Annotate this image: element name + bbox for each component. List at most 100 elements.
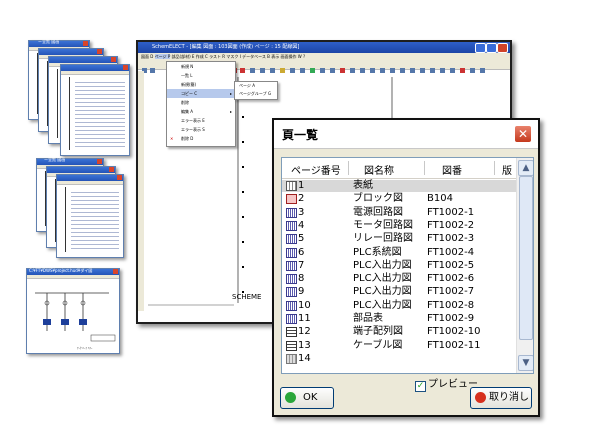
list-item[interactable]: 7 PLC入出力図 FT1002-5 [282, 260, 516, 272]
thumb-title: ー全覧 図画 [44, 157, 66, 162]
list-item[interactable]: 14 [282, 353, 516, 365]
thumb-window-3[interactable]: ｱｰｸ ﾊｰﾌ ﾊﾌｰ [26, 268, 120, 354]
dialog-title: 頁一覧 [282, 128, 319, 142]
menu-page[interactable]: ページ P [154, 54, 171, 59]
drawing-name-cell: PLC入出力図 [353, 273, 412, 285]
menu-create[interactable]: 作成 C [196, 54, 208, 59]
menu-view[interactable]: 表示 [271, 54, 279, 59]
drawing-number-cell: FT1002-5 [427, 259, 475, 271]
close-button[interactable] [497, 43, 508, 53]
list-item[interactable]: 12 端子配列図 FT1002-10 [282, 326, 516, 338]
thumb-window-1d[interactable] [60, 64, 130, 156]
submenu-item-page[interactable]: ページ A [235, 82, 277, 90]
page-dropdown-menu: 新規 N 一覧 L 新規(簡) コピー C ▸ 削除 編集 A ▸ エラー表示 E … [166, 61, 236, 147]
page-number-cell: 4 [298, 219, 305, 231]
close-icon[interactable] [97, 159, 102, 164]
menu-item-error-display-s[interactable]: エラー表示 S [167, 125, 235, 134]
page-number-cell: 5 [298, 233, 305, 245]
list-item[interactable]: 5 リレー回路図 FT1002-3 [282, 233, 516, 245]
page-type-icon [286, 287, 297, 298]
page-type-icon [286, 220, 297, 231]
menu-item-remove[interactable]: ✕ 削除 D [167, 134, 235, 143]
scroll-up-icon[interactable]: ▲ [518, 160, 533, 176]
close-icon[interactable] [83, 41, 88, 46]
menu-database[interactable]: データベース B [242, 54, 270, 59]
menu-item-list[interactable]: 一覧 L [167, 71, 235, 80]
drawing-name-cell: 表紙 [353, 180, 373, 191]
list-header: ページ番号 図名称 図番 版 [282, 158, 516, 179]
menu-item-edit[interactable]: 編集 A ▸ [167, 107, 235, 116]
page-list[interactable]: ページ番号 図名称 図番 版 1 表紙 2 ブロック図 B104 3 電源回路図 FT1002… [281, 157, 534, 374]
main-window-titlebar: SchemELECT - [編集 図面 : 103図面 (作成) ページ : 1… [138, 42, 510, 53]
vertical-scrollbar[interactable]: ▲ ▼ [516, 158, 533, 373]
list-item[interactable]: 6 PLC系統図 FT1002-4 [282, 247, 516, 259]
menu-last[interactable]: ラスト R [209, 54, 225, 59]
list-item[interactable]: 13 ケーブル図 FT1002-11 [282, 340, 516, 352]
page-number-cell: 2 [298, 193, 305, 205]
page-number-cell: 11 [298, 313, 311, 324]
scroll-down-icon[interactable]: ▼ [518, 355, 533, 371]
column-header-page-number[interactable]: ページ番号 [291, 162, 341, 177]
close-icon[interactable] [113, 269, 118, 274]
drawing-name-cell: モータ回路図 [353, 219, 413, 231]
list-item[interactable]: 4 モータ回路図 FT1002-2 [282, 220, 516, 232]
checkbox-checked-icon[interactable]: ✓ [415, 381, 426, 392]
maximize-button[interactable] [486, 43, 497, 53]
drawing-name-cell: 端子配列図 [353, 326, 403, 338]
menu-item-new-simple[interactable]: 新規(簡) [167, 80, 235, 89]
thumb-window-2c[interactable] [56, 174, 124, 258]
menu-item-error-display-e[interactable]: エラー表示 E [167, 116, 235, 125]
page-type-icon [286, 194, 297, 205]
list-item[interactable]: 10 PLC入出力図 FT1002-8 [282, 300, 516, 312]
page-type-icon [286, 300, 297, 311]
list-item[interactable]: 2 ブロック図 B104 [282, 193, 516, 205]
drawing-name-cell: PLC入出力図 [353, 259, 412, 271]
page-type-icon [286, 314, 297, 324]
list-item[interactable]: 9 PLC入出力図 FT1002-7 [282, 286, 516, 298]
column-header-drawing-name[interactable]: 図名称 [364, 162, 394, 177]
column-header-revision[interactable]: 版 [502, 162, 512, 177]
menu-item-copy[interactable]: コピー C ▸ [167, 89, 235, 98]
list-item[interactable]: 1 表紙 [282, 180, 516, 192]
submenu-item-page-group[interactable]: ページグループ G [235, 90, 277, 98]
page-number-cell: 13 [298, 339, 311, 351]
thumb-title: C:¥FT¥DWS¥project.hud¥ダイ図 [29, 268, 93, 273]
drawing-number-cell: FT1002-11 [427, 339, 481, 351]
drawing-name-cell: ケーブル図 [353, 339, 403, 351]
menu-mask[interactable]: マスク I [226, 54, 240, 59]
close-icon[interactable] [97, 49, 102, 54]
schematic-preview [35, 292, 116, 342]
menu-screen[interactable]: 画面操作 W [280, 54, 301, 59]
menu-item-new[interactable]: 新規 N [167, 62, 235, 71]
page-number-cell: 12 [298, 326, 311, 338]
column-header-drawing-number[interactable]: 図番 [442, 162, 462, 177]
close-icon[interactable]: ✕ [514, 125, 532, 143]
drawing-name-cell: PLC系統図 [353, 246, 402, 258]
menu-item-delete[interactable]: 削除 [167, 98, 235, 107]
menu-bar: 図面 D ページ P 部品(部材) E 作成 C ラスト R マスク I データ… [138, 53, 510, 60]
list-item[interactable]: 8 PLC入出力図 FT1002-6 [282, 273, 516, 285]
chevron-right-icon: ▸ [229, 91, 232, 96]
cancel-button[interactable]: 取り消し [470, 387, 532, 409]
close-icon[interactable] [123, 65, 128, 70]
menu-parts[interactable]: 部品(部材) E [172, 54, 195, 59]
menu-help[interactable]: ? [303, 54, 305, 59]
minimize-button[interactable] [475, 43, 486, 53]
ok-button[interactable]: OK [280, 387, 334, 409]
page-number-cell: 6 [298, 246, 305, 258]
page-type-icon [286, 340, 297, 351]
close-icon[interactable] [109, 167, 114, 172]
copy-submenu: ページ A ページグループ G [234, 81, 278, 100]
list-item[interactable]: 3 電源回路図 FT1002-1 [282, 207, 516, 219]
page-type-icon [286, 327, 297, 338]
close-icon[interactable] [111, 57, 116, 62]
thumb-title: ー全覧 図画 [38, 39, 60, 44]
close-icon[interactable] [117, 175, 122, 180]
list-item[interactable]: 11 部品表 FT1002-9 [282, 313, 516, 325]
scroll-thumb[interactable] [519, 176, 533, 340]
menu-drawing[interactable]: 図面 D [141, 54, 153, 59]
drawing-name-cell: 部品表 [353, 313, 383, 324]
page-number-cell: 10 [298, 299, 311, 311]
drawing-name-cell: PLC入出力図 [353, 299, 412, 311]
preview-checkbox[interactable]: ✓ プレビュー [415, 375, 478, 392]
